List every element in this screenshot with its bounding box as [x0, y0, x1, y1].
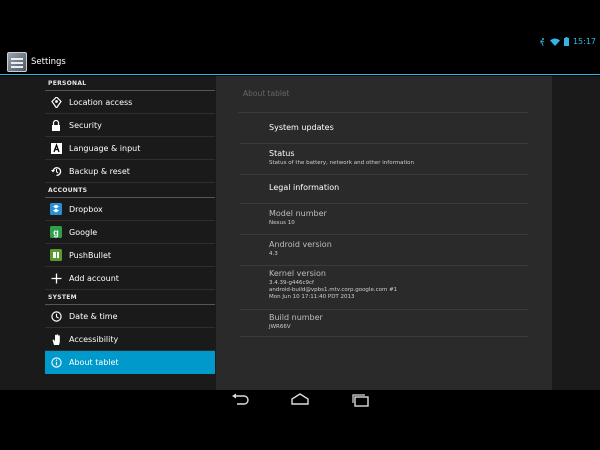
status-icons: 15:17: [539, 37, 596, 46]
pref-summary-line: Mon Jun 10 17:11:40 PDT 2013: [269, 294, 355, 300]
svg-text:g: g: [53, 228, 59, 238]
home-button[interactable]: [289, 392, 311, 408]
action-bar-title: Settings: [31, 57, 66, 67]
settings-headers-list: PERSONAL Location access Security Langua…: [45, 76, 215, 390]
sidebar-item-security[interactable]: Security: [45, 114, 215, 137]
pref-title: Android version: [269, 240, 332, 249]
recent-apps-button[interactable]: [350, 392, 372, 408]
pref-title: System updates: [269, 123, 334, 132]
section-header-personal: PERSONAL: [45, 76, 215, 91]
pref-title: Build number: [269, 313, 323, 322]
sidebar-item-location-access[interactable]: Location access: [45, 91, 215, 114]
sidebar-item-dropbox[interactable]: Dropbox: [45, 198, 215, 221]
pref-model-number: Model number Nexus 10: [240, 204, 528, 235]
pref-legal-information[interactable]: Legal information: [240, 175, 528, 204]
pref-title: Model number: [269, 209, 327, 218]
pref-status[interactable]: Status Status of the battery, network an…: [240, 144, 528, 175]
about-tablet-panel: About tablet System updates Status Statu…: [216, 76, 552, 390]
sidebar-item-label: Google: [69, 227, 98, 237]
pushbullet-icon: [50, 249, 62, 261]
pref-kernel-version: Kernel version 3.4.39-g446c9cf android-b…: [240, 266, 528, 310]
battery-icon: [563, 37, 569, 46]
pref-android-version[interactable]: Android version 4.3: [240, 235, 528, 266]
pref-title: Status: [269, 149, 295, 158]
sidebar-item-label: Security: [69, 120, 102, 130]
location-icon: [50, 96, 62, 108]
pref-build-number[interactable]: Build number JWR66V: [240, 310, 528, 337]
clock-icon: [50, 310, 62, 322]
back-icon: [232, 393, 249, 405]
running-person-icon: [539, 37, 545, 46]
home-icon: [291, 393, 309, 405]
info-icon: [50, 357, 62, 369]
sidebar-item-label: Location access: [69, 97, 133, 107]
pref-title: Kernel version: [269, 269, 326, 278]
sidebar-item-label: Language & input: [69, 143, 141, 153]
google-icon: g: [50, 226, 62, 238]
pref-system-updates[interactable]: System updates: [240, 113, 528, 144]
section-header-system: SYSTEM: [45, 290, 215, 305]
hand-icon: [50, 333, 62, 345]
sidebar-item-label: Dropbox: [69, 204, 103, 214]
section-header-accounts: ACCOUNTS: [45, 183, 215, 198]
pref-summary: 4.3: [269, 251, 278, 257]
sidebar-item-label: About tablet: [69, 358, 119, 367]
plus-icon: [50, 272, 62, 284]
sidebar-item-accessibility[interactable]: Accessibility: [45, 328, 215, 351]
restore-icon: [50, 165, 62, 177]
sidebar-item-add-account[interactable]: Add account: [45, 267, 215, 290]
pref-summary: JWR66V: [269, 324, 291, 330]
back-button[interactable]: [229, 392, 251, 408]
sidebar-item-date-time[interactable]: Date & time: [45, 305, 215, 328]
dropbox-icon: [50, 203, 62, 215]
wifi-icon: [549, 38, 560, 46]
sidebar-item-pushbullet[interactable]: PushBullet: [45, 244, 215, 267]
sidebar-item-label: Accessibility: [69, 334, 119, 344]
lock-icon: [50, 119, 62, 131]
sidebar-item-backup-reset[interactable]: Backup & reset: [45, 160, 215, 183]
pref-summary-line: android-build@vpbs1.mtv.corp.google.com …: [269, 287, 398, 293]
sidebar-item-label: Add account: [69, 273, 119, 283]
page-title: About tablet: [243, 89, 290, 98]
sidebar-item-language-input[interactable]: Language & input: [45, 137, 215, 160]
action-bar: [0, 48, 600, 75]
pref-summary: Nexus 10: [269, 220, 295, 226]
sidebar-item-label: Backup & reset: [69, 166, 130, 176]
sidebar-item-about-tablet[interactable]: About tablet: [45, 351, 215, 374]
pref-title: Legal information: [269, 183, 340, 192]
pref-summary: Status of the battery, network and other…: [269, 160, 414, 166]
sidebar-item-label: Date & time: [69, 311, 118, 321]
status-bar: [0, 0, 600, 48]
keyboard-icon: [50, 142, 62, 154]
settings-app-icon[interactable]: [7, 52, 27, 72]
pref-summary-line: 3.4.39-g446c9cf: [269, 280, 314, 286]
recent-apps-icon: [352, 394, 369, 407]
sidebar-item-label: PushBullet: [69, 250, 112, 260]
sidebar-item-google[interactable]: g Google: [45, 221, 215, 244]
status-clock: 15:17: [572, 37, 596, 46]
